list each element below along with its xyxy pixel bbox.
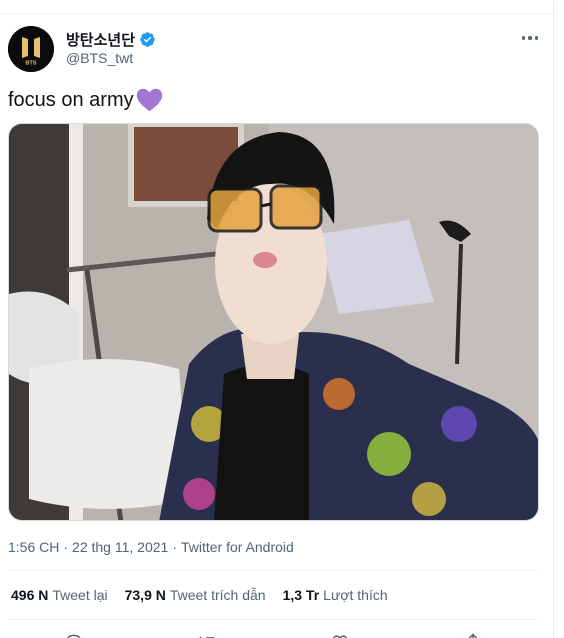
author-name-row[interactable]: 방탄소년단: [66, 29, 156, 50]
likes-count: 1,3 Tr: [282, 587, 320, 603]
likes-stat[interactable]: 1,3 Tr Lượt thích: [283, 587, 388, 603]
stats-top-divider: [8, 570, 539, 571]
more-dot-icon: [521, 36, 526, 40]
avatar[interactable]: BTS: [8, 26, 54, 72]
tweet-photo[interactable]: [8, 123, 539, 521]
more-dot-icon: [528, 36, 532, 40]
retweets-count: 496 N: [11, 587, 49, 603]
reply-icon[interactable]: [64, 632, 84, 638]
tweet-timestamp-row: 1:56 CH · 22 thg 11, 2021 · Twitter for …: [8, 539, 294, 555]
retweets-stat[interactable]: 496 N Tweet lại: [11, 587, 108, 603]
tweet-text-content: focus on army: [8, 89, 134, 111]
meta-separator: ·: [172, 539, 177, 555]
avatar-text: BTS: [26, 61, 37, 67]
like-icon[interactable]: [330, 632, 350, 638]
purple-heart-icon: [136, 88, 162, 112]
tweet-time[interactable]: 1:56 CH: [8, 539, 59, 555]
column-border: [553, 0, 554, 638]
stats-bottom-divider: [8, 619, 539, 620]
bts-logo-icon: BTS: [8, 26, 54, 72]
quotes-count: 73,9 N: [124, 587, 166, 603]
tweet-text: focus on army: [8, 88, 163, 112]
retweet-icon[interactable]: [197, 632, 217, 638]
likes-label: Lượt thích: [323, 587, 388, 603]
author-handle[interactable]: @BTS_twt: [66, 50, 133, 66]
tweet-source[interactable]: Twitter for Android: [181, 539, 294, 555]
selfie-image: [9, 124, 538, 520]
retweets-label: Tweet lại: [52, 587, 108, 603]
more-options-button[interactable]: [515, 26, 545, 50]
action-bar: [0, 628, 553, 638]
tweet-date[interactable]: 22 thg 11, 2021: [72, 539, 168, 555]
quotes-label: Tweet trích dẫn: [169, 587, 266, 603]
meta-separator: ·: [63, 539, 69, 555]
more-dot-icon: [534, 36, 539, 40]
engagement-stats: 496 N Tweet lại 73,9 N Tweet trích dẫn 1…: [11, 587, 388, 603]
quote-tweets-stat[interactable]: 73,9 N Tweet trích dẫn: [125, 587, 266, 603]
verified-badge-icon: [140, 32, 155, 47]
top-divider: [0, 13, 553, 14]
author-display-name[interactable]: 방탄소년단: [66, 29, 135, 50]
share-icon[interactable]: [463, 632, 483, 638]
